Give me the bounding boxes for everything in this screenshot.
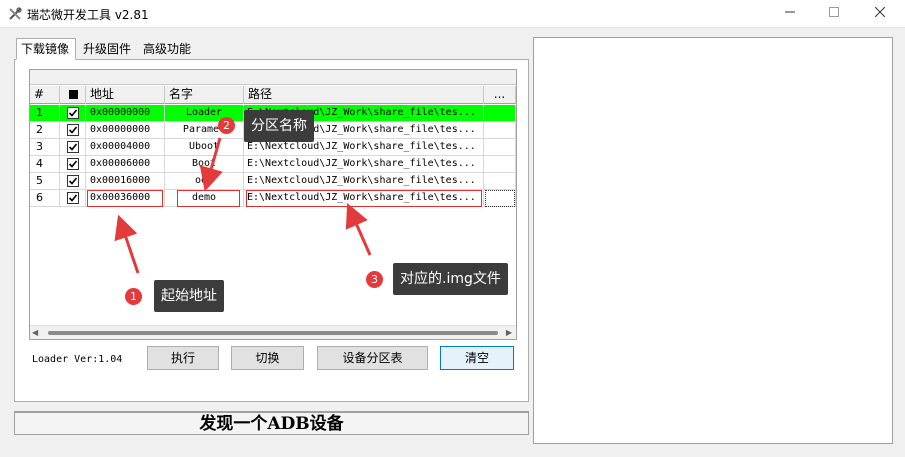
- select-all-checkbox[interactable]: [69, 90, 78, 99]
- checkmark-icon: [68, 126, 78, 134]
- grid-header: # 地址 名字 路径 ...: [30, 86, 516, 104]
- minimize-button[interactable]: [767, 0, 813, 28]
- annotation-callout: 对应的.img文件: [393, 263, 508, 295]
- row-address[interactable]: 0x00006000: [86, 156, 165, 173]
- status-bar: 发现一个ADB设备: [14, 411, 529, 435]
- header-address: 地址: [86, 86, 165, 104]
- annotation-badge: 2: [218, 117, 235, 134]
- clear-button[interactable]: 清空: [440, 346, 514, 370]
- path-highlight-box: [246, 190, 482, 207]
- close-icon: [874, 6, 886, 18]
- row-name[interactable]: Uboot: [165, 139, 244, 156]
- row-check-cell[interactable]: [60, 190, 86, 207]
- device-partition-table-button[interactable]: 设备分区表: [317, 346, 428, 370]
- row-checkbox[interactable]: [67, 158, 79, 170]
- name-highlight-box: [177, 190, 240, 207]
- log-panel[interactable]: [533, 37, 893, 444]
- maximize-button[interactable]: [811, 0, 857, 28]
- grid-horizontal-scrollbar[interactable]: ◀ ▶: [30, 325, 516, 339]
- row-browse-button[interactable]: [484, 173, 516, 190]
- row-checkbox[interactable]: [67, 192, 79, 204]
- row-check-cell[interactable]: [60, 105, 86, 122]
- row-browse-button[interactable]: [484, 156, 516, 173]
- row-check-cell[interactable]: [60, 122, 86, 139]
- checkmark-icon: [68, 177, 78, 185]
- minimize-icon: [785, 11, 795, 13]
- row-index: 2: [30, 122, 60, 139]
- header-more: ...: [484, 86, 516, 104]
- scroll-left-icon[interactable]: ◀: [32, 328, 38, 337]
- checkmark-icon: [68, 194, 78, 202]
- header-check[interactable]: [60, 86, 86, 104]
- checkmark-icon: [68, 143, 78, 151]
- row-address[interactable]: 0x00000000: [86, 105, 165, 122]
- row-path[interactable]: E:\Nextcloud\JZ_Work\share_file\tes...: [244, 156, 484, 173]
- scroll-thumb[interactable]: [48, 331, 498, 335]
- checkmark-icon: [68, 109, 78, 117]
- row-checkbox[interactable]: [67, 175, 79, 187]
- annotation-badge: 1: [125, 288, 142, 305]
- address-highlight-box: [87, 190, 163, 207]
- row-index: 1: [30, 105, 60, 122]
- tab-upgrade-firmware[interactable]: 升级固件: [78, 38, 136, 60]
- grid-top-strip: [30, 70, 516, 85]
- row-address[interactable]: 0x00004000: [86, 139, 165, 156]
- execute-button[interactable]: 执行: [147, 346, 219, 370]
- header-index: #: [30, 86, 60, 104]
- window-title: 瑞芯微开发工具 v2.81: [27, 8, 149, 22]
- row-index: 6: [30, 190, 60, 207]
- status-text: 发现一个ADB设备: [199, 414, 344, 434]
- row-name[interactable]: Boot: [165, 156, 244, 173]
- row-check-cell[interactable]: [60, 173, 86, 190]
- table-row[interactable]: 5 0x00016000 oem E:\Nextcloud\JZ_Work\share…: [30, 173, 516, 190]
- loader-version: Loader Ver:1.04: [32, 354, 123, 365]
- table-row[interactable]: 4 0x00006000 Boot E:\Nextcloud\JZ_Work\shar…: [30, 156, 516, 173]
- row-check-cell[interactable]: [60, 156, 86, 173]
- header-name: 名字: [165, 86, 244, 104]
- row-name[interactable]: oem: [165, 173, 244, 190]
- row-browse-button[interactable]: [484, 122, 516, 139]
- tools-icon: [9, 7, 22, 20]
- scroll-right-icon[interactable]: ▶: [506, 328, 512, 337]
- row-checkbox[interactable]: [67, 141, 79, 153]
- annotation-callout: 起始地址: [154, 280, 224, 312]
- header-path: 路径: [244, 86, 484, 104]
- maximize-icon: [829, 7, 839, 17]
- row-browse-button[interactable]: [484, 139, 516, 156]
- row-path[interactable]: E:\Nextcloud\JZ_Work\share_file\tes...: [244, 173, 484, 190]
- row-address[interactable]: 0x00016000: [86, 173, 165, 190]
- switch-button[interactable]: 切换: [231, 346, 304, 370]
- row-index: 5: [30, 173, 60, 190]
- checkmark-icon: [68, 160, 78, 168]
- row-address[interactable]: 0x00000000: [86, 122, 165, 139]
- title-bar: 瑞芯微开发工具 v2.81: [0, 0, 905, 28]
- annotation-callout: 分区名称: [244, 110, 314, 142]
- tab-advanced-functions[interactable]: 高级功能: [138, 38, 196, 60]
- tab-download-image[interactable]: 下载镜像: [16, 38, 76, 60]
- close-button[interactable]: [857, 0, 903, 28]
- row-index: 4: [30, 156, 60, 173]
- row-index: 3: [30, 139, 60, 156]
- annotation-badge: 3: [366, 271, 383, 288]
- row-browse-button[interactable]: [484, 105, 516, 122]
- row-checkbox[interactable]: [67, 107, 79, 119]
- row-check-cell[interactable]: [60, 139, 86, 156]
- row-checkbox[interactable]: [67, 124, 79, 136]
- browse-focus-box: [485, 190, 515, 207]
